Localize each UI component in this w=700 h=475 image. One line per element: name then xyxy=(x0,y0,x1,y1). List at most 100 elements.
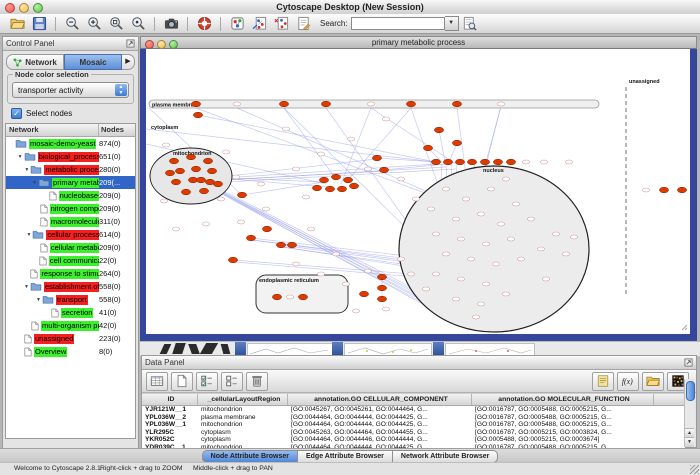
graph-node-highlighted[interactable] xyxy=(165,170,174,176)
graph-node-highlighted[interactable] xyxy=(506,159,515,165)
search-input[interactable] xyxy=(351,17,445,30)
cell-id[interactable]: YPL036W__1 xyxy=(142,421,198,429)
graph-node-unselected[interactable] xyxy=(442,252,449,256)
tree-row-response-to-stimulu[interactable]: response to stimulu264(0) xyxy=(6,267,135,280)
graph-node-unselected[interactable] xyxy=(497,222,504,226)
graph-node-highlighted[interactable] xyxy=(406,101,415,107)
tree-row-macromolecule[interactable]: macromolecule311(0) xyxy=(6,215,135,228)
minimize-view-button[interactable] xyxy=(157,40,166,49)
network-graph[interactable]: plasma membrane cytoplasm mitochondrion … xyxy=(146,49,690,334)
cell-go-component[interactable]: [GO:0044464, GO:0044444, GO:0044425, G..… xyxy=(288,421,472,429)
tab-overflow-arrow[interactable]: ▶ xyxy=(122,54,135,70)
close-view-button[interactable] xyxy=(145,40,154,49)
window-resize-grip[interactable] xyxy=(690,465,699,474)
close-window-button[interactable] xyxy=(5,3,15,13)
cell-id[interactable]: YLR295C xyxy=(142,429,198,437)
graph-node-unselected[interactable] xyxy=(432,232,439,236)
graph-node-highlighted[interactable] xyxy=(480,159,489,165)
graph-node-unselected[interactable] xyxy=(502,177,509,181)
graph-node-highlighted[interactable] xyxy=(379,167,388,173)
graph-node-highlighted[interactable] xyxy=(377,274,386,280)
nucleus-region[interactable] xyxy=(399,166,589,332)
graph-node-unselected[interactable] xyxy=(286,295,293,299)
zoom-view-button[interactable] xyxy=(169,40,178,49)
graph-node-unselected[interactable] xyxy=(507,237,514,241)
graph-node-unselected[interactable] xyxy=(382,307,389,311)
graph-node-highlighted[interactable] xyxy=(191,166,200,172)
cell-id[interactable]: YJR121W__1 xyxy=(142,406,198,414)
graph-node-highlighted[interactable] xyxy=(262,226,271,232)
graph-node-highlighted[interactable] xyxy=(175,168,184,174)
graph-node-unselected[interactable] xyxy=(452,217,459,221)
graph-node-highlighted[interactable] xyxy=(191,101,200,107)
graph-node-unselected[interactable] xyxy=(570,235,577,239)
graph-node-highlighted[interactable] xyxy=(377,285,386,291)
zoom-out-icon[interactable] xyxy=(63,16,81,32)
tree-row-overview[interactable]: Overview8(0) xyxy=(6,345,135,358)
cell-id[interactable]: YKR052C xyxy=(142,436,198,444)
graph-node-highlighted[interactable] xyxy=(372,155,381,161)
graph-node-unselected[interactable] xyxy=(407,272,414,276)
graph-node-unselected[interactable] xyxy=(487,187,494,191)
cell-go-component[interactable]: [GO:0044464, GO:0044444, GO:0044425, G..… xyxy=(288,414,472,422)
graph-node-highlighted[interactable] xyxy=(319,177,328,183)
graph-node-unselected[interactable] xyxy=(367,102,374,106)
vizmapper-icon[interactable] xyxy=(228,16,246,32)
tree-row-nucleobase-[interactable]: nucleobase-209(0) xyxy=(6,189,135,202)
graph-node-unselected[interactable] xyxy=(452,297,459,301)
graph-node-unselected[interactable] xyxy=(512,202,519,206)
tree-row-multi-organism-pro[interactable]: multi-organism pro42(0) xyxy=(6,319,135,332)
tree-row-cellular-process[interactable]: ▼cellular process614(0) xyxy=(6,228,135,241)
annotation-icon[interactable] xyxy=(294,16,312,32)
tree-row-establishment-of-lo[interactable]: ▼establishment of lo558(0) xyxy=(6,280,135,293)
graph-node-unselected[interactable] xyxy=(364,269,371,273)
network-window-controls[interactable] xyxy=(145,40,178,49)
network-canvas[interactable]: plasma membrane cytoplasm mitochondrion … xyxy=(140,49,697,341)
graph-node-highlighted[interactable] xyxy=(193,112,202,118)
tree-row-mosaic-demo-yeast[interactable]: mosaic-demo-yeast874(0) xyxy=(6,137,135,150)
graph-node-highlighted[interactable] xyxy=(325,186,334,192)
graph-node-unselected[interactable] xyxy=(262,207,269,211)
graph-node-highlighted[interactable] xyxy=(171,179,180,185)
graph-node-unselected[interactable] xyxy=(202,222,209,226)
tree-row-nitrogen-compo[interactable]: nitrogen compo209(0) xyxy=(6,202,135,215)
graph-node-unselected[interactable] xyxy=(502,292,509,296)
graph-node-highlighted[interactable] xyxy=(467,159,476,165)
graph-node-unselected[interactable] xyxy=(160,199,167,203)
cell-go-component[interactable]: [GO:0044464, GO:0044446, GO:0044444, G..… xyxy=(288,436,472,444)
graph-node-unselected[interactable] xyxy=(527,217,534,221)
table-row[interactable]: YPL036W__2plasma membrane[GO:0044464, GO… xyxy=(142,414,685,422)
tree-row-cell-communicat[interactable]: cell communicat22(0) xyxy=(6,254,135,267)
graph-node-unselected[interactable] xyxy=(397,257,404,261)
graph-node-unselected[interactable] xyxy=(382,117,389,121)
select-all-attributes-icon[interactable] xyxy=(196,372,218,391)
cell-go-function[interactable]: [GO:0016787, GO:0005488, GO:0005215, G..… xyxy=(472,406,654,414)
tree-row-primary-metabo[interactable]: ▼primary metabo209(... xyxy=(6,176,135,189)
table-row[interactable]: YJR121W__1mitochondrion[GO:0045267, GO:0… xyxy=(142,406,685,414)
graph-node-highlighted[interactable] xyxy=(337,186,346,192)
graph-node-unselected[interactable] xyxy=(427,207,434,211)
graph-node-highlighted[interactable] xyxy=(279,101,288,107)
graph-node-unselected[interactable] xyxy=(642,188,649,192)
graph-node-highlighted[interactable] xyxy=(321,101,330,107)
tree-col-nodes[interactable]: Nodes xyxy=(99,124,135,136)
graph-node-highlighted[interactable] xyxy=(443,159,452,165)
graph-node-unselected[interactable] xyxy=(540,160,547,164)
graph-node-unselected[interactable] xyxy=(292,167,299,171)
delete-attribute-icon[interactable] xyxy=(246,372,268,391)
snapshot-icon[interactable] xyxy=(162,16,180,32)
col-go-molecular-function[interactable]: annotation.GO MOLECULAR_FUNCTION xyxy=(472,394,654,405)
graph-node-unselected[interactable] xyxy=(422,287,429,291)
cell-region[interactable]: cytoplasm xyxy=(198,436,288,444)
tree-row-unassigned[interactable]: unassigned223(0) xyxy=(6,332,135,345)
graph-node-highlighted[interactable] xyxy=(287,242,296,248)
graph-node-highlighted[interactable] xyxy=(677,187,686,193)
tab-edge-attribute-browser[interactable]: Edge Attribute Browser xyxy=(298,450,393,463)
graph-node-highlighted[interactable] xyxy=(237,192,246,198)
cell-region[interactable]: cytoplasm xyxy=(198,429,288,437)
graph-node-highlighted[interactable] xyxy=(377,296,386,302)
graph-node-unselected[interactable] xyxy=(352,309,359,313)
graph-node-unselected[interactable] xyxy=(517,257,524,261)
graph-node-unselected[interactable] xyxy=(412,197,419,201)
cell-go-component[interactable]: [GO:0045267, GO:0045261, GO:0044464, G..… xyxy=(288,406,472,414)
